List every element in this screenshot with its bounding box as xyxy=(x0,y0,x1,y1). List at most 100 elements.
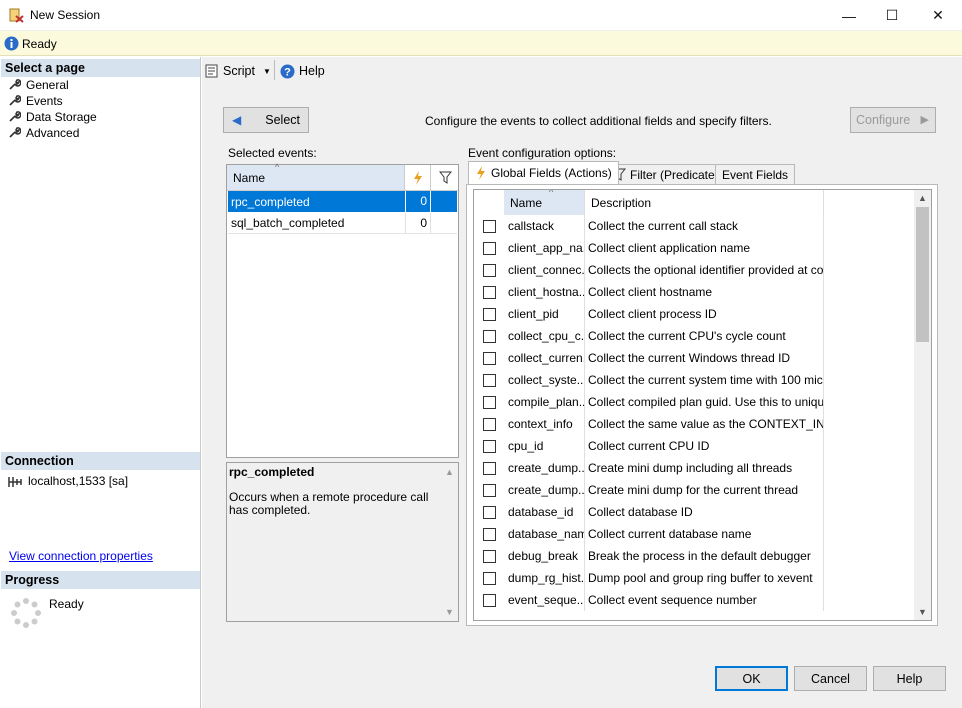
name-column-header[interactable]: Name ^ xyxy=(504,190,585,215)
global-field-row[interactable]: create_dump... Create mini dump for the c… xyxy=(474,479,914,501)
configure-button[interactable]: Configure ▶ xyxy=(850,107,936,133)
help-toolbar-button[interactable]: ? Help xyxy=(280,62,325,80)
select-button[interactable]: ◀ Select xyxy=(223,107,309,133)
global-field-row[interactable]: client_app_na... Collect client applicati… xyxy=(474,237,914,259)
global-field-row[interactable]: create_dump... Create mini dump including… xyxy=(474,457,914,479)
global-field-row[interactable]: event_seque... Collect event sequence num… xyxy=(474,589,914,611)
field-checkbox[interactable] xyxy=(482,571,496,585)
name-column-header[interactable]: Name ^ xyxy=(227,162,405,190)
global-field-row[interactable]: debug_break Break the process in the defa… xyxy=(474,545,914,567)
global-field-row[interactable]: cpu_id Collect current CPU ID xyxy=(474,435,914,457)
description-scrollbar[interactable]: ▲ ▼ xyxy=(441,464,457,620)
actions-column-header[interactable] xyxy=(406,165,431,190)
help-button[interactable]: Help xyxy=(873,666,946,691)
page-label: Events xyxy=(26,93,63,108)
tab-label: Global Fields (Actions) xyxy=(491,166,612,180)
status-text: Ready xyxy=(22,37,57,51)
cancel-button[interactable]: Cancel xyxy=(794,666,867,691)
sort-ascending-icon: ^ xyxy=(549,189,554,197)
scroll-down-icon: ▼ xyxy=(918,607,927,617)
close-button[interactable]: ✕ xyxy=(915,0,961,31)
field-description: Collect current database name xyxy=(585,523,824,545)
page-data-storage[interactable]: Data Storage xyxy=(8,109,97,124)
field-checkbox[interactable] xyxy=(482,483,496,497)
tab-event-fields[interactable]: Event Fields xyxy=(715,164,796,184)
progress-spinner-icon xyxy=(11,598,41,628)
event-name: rpc_completed xyxy=(231,194,310,209)
field-checkbox[interactable] xyxy=(482,439,496,453)
global-field-row[interactable]: collect_cpu_c... Collect the current CPU'… xyxy=(474,325,914,347)
script-button[interactable]: Script ▼ xyxy=(205,62,271,80)
field-checkbox[interactable] xyxy=(482,285,496,299)
page-label: Data Storage xyxy=(26,109,97,124)
global-field-row[interactable]: collect_syste... Collect the current syst… xyxy=(474,369,914,391)
field-description: Collect the current CPU's cycle count xyxy=(585,325,824,347)
view-connection-properties-link[interactable]: View connection properties xyxy=(9,549,153,563)
global-field-row[interactable]: dump_rg_hist... Dump pool and group ring … xyxy=(474,567,914,589)
field-checkbox[interactable] xyxy=(482,329,496,343)
page-advanced[interactable]: Advanced xyxy=(8,125,79,140)
wrench-icon xyxy=(9,79,21,90)
scroll-up-icon: ▲ xyxy=(445,467,454,477)
chevron-right-icon: ▶ xyxy=(920,114,929,126)
field-name: client_pid xyxy=(504,303,585,325)
event-count: 0 xyxy=(405,212,430,234)
name-header-label: Name xyxy=(233,170,266,185)
global-field-row[interactable]: compile_plan... Collect compiled plan gui… xyxy=(474,391,914,413)
field-checkbox[interactable] xyxy=(482,395,496,409)
description-column-header[interactable]: Description xyxy=(585,190,824,215)
event-filter-cell xyxy=(430,212,456,234)
minimize-button[interactable]: — xyxy=(826,0,872,31)
filter-column-header[interactable] xyxy=(432,165,458,190)
page-general[interactable]: General xyxy=(8,77,69,92)
wrench-icon xyxy=(9,127,21,138)
global-field-row[interactable]: context_info Collect the same value as th… xyxy=(474,413,914,435)
global-field-row[interactable]: database_nameCollect current database na… xyxy=(474,523,914,545)
field-checkbox[interactable] xyxy=(482,351,496,365)
toolbar-divider xyxy=(274,60,275,80)
tab-global-fields[interactable]: Global Fields (Actions) xyxy=(468,161,619,184)
instructions-text: Configure the events to collect addition… xyxy=(425,114,772,128)
field-description: Collects the optional identifier provide… xyxy=(585,259,824,281)
ok-label: OK xyxy=(742,671,761,686)
ok-button[interactable]: OK xyxy=(715,666,788,691)
maximize-button[interactable]: ☐ xyxy=(869,0,915,31)
field-checkbox[interactable] xyxy=(482,263,496,277)
field-name: client_connec... xyxy=(504,259,585,281)
global-field-row[interactable]: client_hostna... Collect client hostname xyxy=(474,281,914,303)
global-field-row[interactable]: client_connec... Collects the optional id… xyxy=(474,259,914,281)
name-header-label: Name xyxy=(510,195,543,210)
field-checkbox[interactable] xyxy=(482,307,496,321)
page-events[interactable]: Events xyxy=(8,93,63,108)
field-checkbox[interactable] xyxy=(482,505,496,519)
field-checkbox[interactable] xyxy=(482,373,496,387)
global-field-row[interactable]: callstack Collect the current call stack xyxy=(474,215,914,237)
grid-scrollbar[interactable]: ▲ ▼ xyxy=(914,190,931,620)
global-field-row[interactable]: collect_curren... Collect the current Win… xyxy=(474,347,914,369)
field-description: Collect client process ID xyxy=(585,303,824,325)
event-filter-cell xyxy=(430,191,456,212)
field-description: Collect the same value as the CONTEXT_IN… xyxy=(585,413,824,435)
field-description: Collect client application name xyxy=(585,237,824,259)
tab-label: Event Fields xyxy=(722,167,789,182)
field-checkbox[interactable] xyxy=(482,417,496,431)
field-name: debug_break xyxy=(504,545,585,567)
event-row-sql-batch-completed[interactable]: sql_batch_completed 0 xyxy=(228,212,457,234)
global-field-row[interactable]: client_pid Collect client process ID xyxy=(474,303,914,325)
scrollbar-thumb[interactable] xyxy=(916,207,929,342)
event-row-rpc-completed[interactable]: rpc_completed 0 xyxy=(228,191,457,212)
field-checkbox[interactable] xyxy=(482,527,496,541)
field-name: callstack xyxy=(504,215,585,237)
field-checkbox[interactable] xyxy=(482,461,496,475)
field-name: database_id xyxy=(504,501,585,523)
field-checkbox[interactable] xyxy=(482,549,496,563)
tab-filter-predicate[interactable]: Filter (Predicate) xyxy=(606,164,726,184)
field-checkbox[interactable] xyxy=(482,593,496,607)
field-name: client_app_na... xyxy=(504,237,585,259)
field-checkbox[interactable] xyxy=(482,219,496,233)
status-bar: Ready xyxy=(0,31,962,56)
global-field-row[interactable]: database_id Collect database ID xyxy=(474,501,914,523)
field-checkbox[interactable] xyxy=(482,241,496,255)
global-fields-grid: Name ^ Description callstack Collect the … xyxy=(473,189,932,621)
field-description: Collect client hostname xyxy=(585,281,824,303)
